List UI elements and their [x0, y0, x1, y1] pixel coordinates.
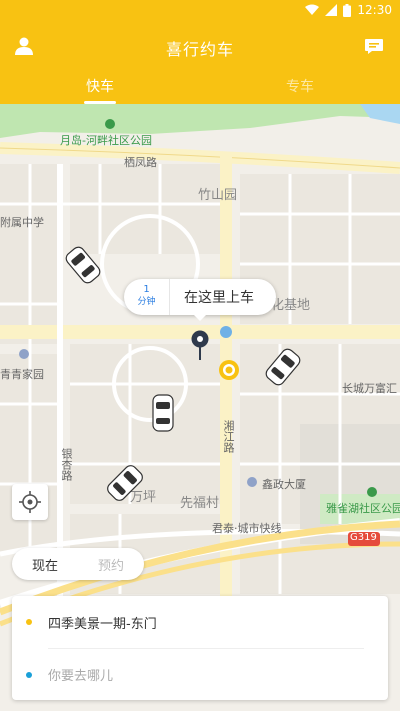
status-icons: 12:30 — [305, 3, 392, 17]
crosshair-icon — [19, 491, 41, 513]
locate-me-button[interactable] — [12, 484, 48, 520]
time-mode-toggle: 现在 预约 — [12, 548, 144, 580]
origin-row[interactable]: 四季美景一期-东门 — [12, 596, 388, 648]
destination-placeholder: 你要去哪儿 — [48, 669, 114, 684]
destination-dot-icon — [26, 672, 32, 678]
title-row: 喜行约车 — [0, 30, 400, 62]
origin-dot-icon — [26, 619, 32, 625]
car-icon — [152, 394, 174, 432]
map-label-road: 栖凤路 — [124, 156, 157, 169]
mode-reserve-button[interactable]: 预约 — [78, 555, 144, 574]
battery-icon — [343, 3, 352, 17]
origin-address: 四季美景一期-东门 — [48, 616, 157, 632]
messages-button[interactable] — [364, 36, 386, 58]
eta-unit: 分钟 — [137, 297, 156, 307]
map-label-highway: G319 — [350, 532, 377, 543]
pickup-label: 在这里上车 — [184, 290, 254, 306]
app-header: 12:30 喜行约车 快车 专车 — [0, 0, 400, 104]
mode-now-button[interactable]: 现在 — [12, 555, 78, 574]
tab-express[interactable]: 快车 — [0, 66, 200, 104]
ride-type-tabs: 快车 专车 — [0, 66, 400, 104]
map-label-xianfu: 先福村 — [180, 496, 220, 511]
map-label-road-bottom: 银杏路 — [60, 448, 73, 481]
map-label-yaque-park: 雅雀湖社区公园 — [326, 502, 400, 515]
map-label-park: 月岛-河畔社区公园 — [60, 134, 152, 147]
map-label-qingqing: 青青家园 — [0, 368, 44, 381]
tab-premium[interactable]: 专车 — [200, 66, 400, 104]
eta-value: 1 — [143, 284, 150, 295]
destination-input[interactable]: 你要去哪儿 — [48, 648, 364, 700]
app-screen: 12:30 喜行约车 快车 专车 月岛-河畔社区公园 栖凤路 竹山园 附属中学 … — [0, 0, 400, 711]
map-label-road-vertical: 湘江路 — [222, 420, 235, 453]
status-bar: 12:30 — [0, 0, 400, 22]
map-label-school: 附属中学 — [0, 216, 44, 229]
map-label-xinzheng: 鑫政大厦 — [262, 478, 306, 491]
map-label-junta: 君泰·城市快线 — [212, 522, 282, 535]
map-label-zhushanyuan: 竹山园 — [198, 188, 238, 203]
eta-badge: 1 分钟 — [124, 279, 170, 315]
pickup-callout[interactable]: 1 分钟 在这里上车 — [124, 279, 276, 321]
address-panel: 四季美景一期-东门 你要去哪儿 — [12, 596, 388, 700]
wifi-icon — [305, 4, 320, 15]
page-title: 喜行约车 — [165, 40, 234, 59]
signal-icon — [325, 4, 338, 16]
status-time: 12:30 — [357, 3, 392, 17]
pickup-pin-icon[interactable] — [190, 330, 210, 360]
chat-bubble-icon — [365, 39, 383, 54]
map-label-changcheng: 长城万富汇 — [342, 382, 397, 395]
